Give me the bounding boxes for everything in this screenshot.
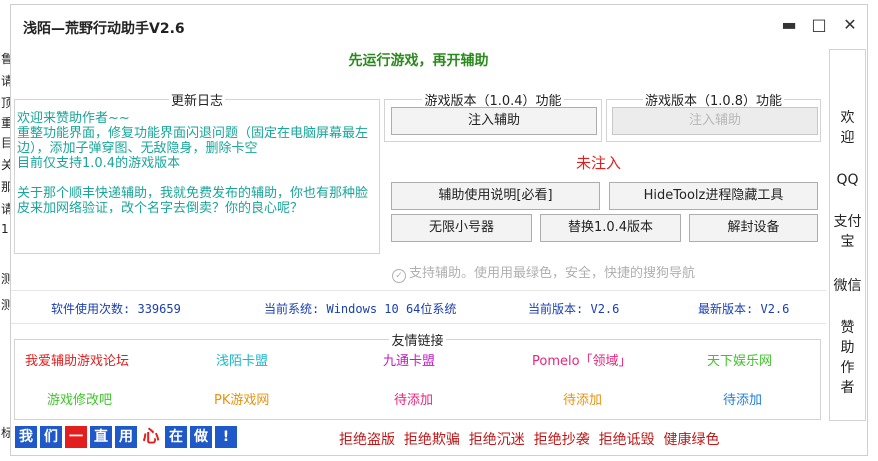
friend-link[interactable]: 九通卡盟 bbox=[383, 350, 435, 369]
slogan-text: 拒绝盗版 拒绝欺骗 拒绝沉迷 拒绝抄袭 拒绝诋毁 健康绿色 bbox=[339, 432, 720, 448]
changelog-group: 更新日志 欢迎来赞助作者~~ 重整功能界面，修复功能界面闪退问题（固定在电脑屏幕… bbox=[14, 90, 380, 254]
friend-link[interactable]: 浅陌卡盟 bbox=[216, 350, 268, 369]
banner-char: 我 bbox=[15, 426, 37, 448]
sidebar-welcome: 欢 迎 bbox=[840, 110, 855, 146]
inject-104-button[interactable]: 注入辅助 bbox=[391, 107, 597, 135]
changelog-text[interactable]: 欢迎来赞助作者~~ 重整功能界面，修复功能界面闪退问题（固定在电脑屏幕最左边），… bbox=[17, 111, 377, 261]
stats-bar: 软件使用次数: 339659 当前系统: Windows 10 64位系统 当前… bbox=[11, 290, 826, 324]
friend-link[interactable]: 待添加 bbox=[394, 389, 433, 408]
banner-char: 一 bbox=[65, 426, 87, 448]
friend-link[interactable]: 游戏修改吧 bbox=[47, 389, 112, 408]
main-window: 浅陌—荒野行动助手V2.6 ▬ □ ✕ 先运行游戏，再开辅助 更新日志 欢迎来赞… bbox=[10, 4, 868, 456]
banner-char: 心 bbox=[140, 426, 162, 448]
inject-108-button[interactable]: 注入辅助 bbox=[612, 107, 818, 135]
manual-button[interactable]: 辅助使用说明[必看] bbox=[391, 182, 600, 210]
slogan-banner: 我 们 一 直 用 心 在 做 ! bbox=[15, 426, 237, 448]
banner-char: 在 bbox=[165, 426, 187, 448]
run-game-notice: 先运行游戏，再开辅助 bbox=[348, 53, 489, 69]
edge-char: 1 bbox=[1, 222, 9, 236]
unlimited-account-button[interactable]: 无限小号器 bbox=[391, 214, 532, 242]
friend-link[interactable]: 待添加 bbox=[563, 389, 602, 408]
banner-char: 直 bbox=[90, 426, 112, 448]
sidebar-sponsor[interactable]: 赞 助 作 者 bbox=[830, 318, 865, 398]
banner-char: 们 bbox=[40, 426, 62, 448]
minimize-icon[interactable]: ▬ bbox=[778, 15, 800, 34]
sidebar-qq[interactable]: QQ bbox=[830, 170, 865, 190]
sidebar-alipay[interactable]: 支付 宝 bbox=[830, 212, 865, 252]
friend-link[interactable]: 待添加 bbox=[723, 389, 762, 408]
support-checkbox[interactable]: ✓ 支持辅助。使用用最绿色，安全，快捷的搜狗导航 bbox=[392, 262, 695, 283]
friend-link[interactable]: PK游戏网 bbox=[214, 389, 269, 408]
current-version: 当前版本: V2.6 bbox=[528, 302, 620, 316]
friend-link[interactable]: Pomelo「领域」 bbox=[532, 350, 632, 369]
maximize-icon[interactable]: □ bbox=[808, 15, 830, 34]
current-system: 当前系统: Windows 10 64位系统 bbox=[264, 302, 457, 316]
support-check-label: 支持辅助。使用用最绿色，安全，快捷的搜狗导航 bbox=[409, 266, 696, 281]
changelog-legend: 更新日志 bbox=[170, 94, 223, 109]
friend-links-legend: 友情链接 bbox=[391, 334, 444, 349]
latest-version: 最新版本: V2.6 bbox=[698, 302, 790, 316]
friend-link[interactable]: 我爱辅助游戏论坛 bbox=[25, 350, 129, 369]
unseal-device-button[interactable]: 解封设备 bbox=[689, 214, 818, 242]
hidetoolz-button[interactable]: HideToolz进程隐藏工具 bbox=[609, 182, 818, 210]
sidebar-wechat[interactable]: 微信 bbox=[830, 276, 865, 296]
inject-status: 未注入 bbox=[576, 154, 622, 172]
background-window-edge: 鲁 请 顶 重 目 关 那 请 1 测 测 标 bbox=[0, 0, 13, 461]
replace-version-button[interactable]: 替换1.0.4版本 bbox=[540, 214, 681, 242]
close-icon[interactable]: ✕ bbox=[839, 15, 861, 34]
banner-char: 做 bbox=[190, 426, 212, 448]
usage-count: 软件使用次数: 339659 bbox=[51, 302, 181, 316]
banner-char: 用 bbox=[115, 426, 137, 448]
window-title: 浅陌—荒野行动助手V2.6 bbox=[23, 21, 185, 37]
banner-char: ! bbox=[215, 426, 237, 448]
friend-link[interactable]: 天下娱乐网 bbox=[707, 350, 772, 369]
check-circle-icon: ✓ bbox=[392, 269, 406, 283]
sponsor-sidebar: 欢 迎 QQ 支付 宝 微信 赞 助 作 者 bbox=[829, 49, 866, 421]
